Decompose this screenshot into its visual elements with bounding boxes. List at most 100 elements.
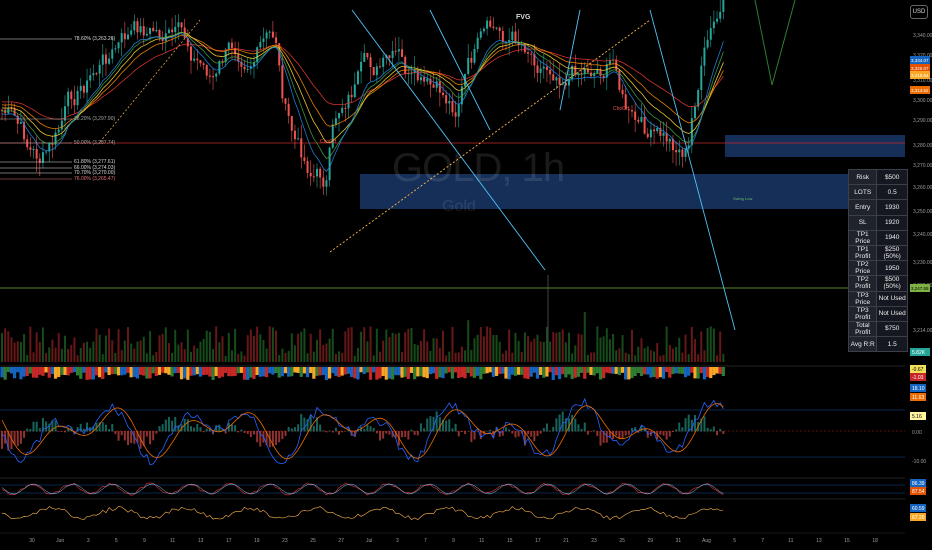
volume-bar xyxy=(413,343,416,362)
x-axis-tick: Jul xyxy=(366,538,372,544)
candle-body xyxy=(684,148,687,157)
signal-bar xyxy=(381,367,385,376)
volume-bar xyxy=(498,341,501,362)
volume-bar xyxy=(476,334,479,362)
trade-table-row: TP3 Price Not Used xyxy=(847,290,908,307)
trendline-down xyxy=(351,9,546,271)
macd-histogram-bar xyxy=(186,419,189,432)
macd-histogram-bar xyxy=(155,431,158,434)
signal-bar xyxy=(280,367,284,377)
volume-bar xyxy=(448,351,451,362)
signal-bar xyxy=(183,367,187,379)
macd-histogram-bar xyxy=(284,431,287,436)
macd-histogram-bar xyxy=(605,431,608,443)
signal-bar xyxy=(646,367,650,375)
candle-body xyxy=(149,27,152,34)
signal-bar xyxy=(532,367,536,373)
volume-bar xyxy=(690,326,693,362)
candle-body xyxy=(558,77,561,85)
signal-bar xyxy=(271,367,275,375)
signal-bar xyxy=(120,367,124,376)
macd-histogram-bar xyxy=(290,428,293,432)
candle-body xyxy=(130,30,133,35)
x-axis-tick: 21 xyxy=(563,538,569,544)
choch-label: ChoCH xyxy=(613,106,630,112)
volume-bar xyxy=(716,355,719,362)
candle-body xyxy=(593,73,596,77)
volume-bar xyxy=(186,329,189,362)
macd-histogram-bar xyxy=(322,430,325,432)
volume-bar xyxy=(73,337,76,362)
trade-table-label: TP1 Price xyxy=(847,229,878,246)
swing-low-label: Swing Low xyxy=(733,196,752,201)
macd-histogram-bar xyxy=(489,429,492,432)
x-axis-tick: 7 xyxy=(424,538,427,544)
volume-bar xyxy=(95,328,98,362)
trade-table-row: Risk $500 xyxy=(847,168,908,186)
candle-body xyxy=(271,31,274,38)
x-axis-tick: 25 xyxy=(619,538,625,544)
signal-bar xyxy=(652,367,656,378)
signal-bar xyxy=(161,367,165,373)
candle-body xyxy=(306,161,309,174)
signal-bar xyxy=(142,367,146,376)
volume-bar xyxy=(464,350,467,362)
volume-bar xyxy=(164,327,167,362)
macd-histogram-bar xyxy=(281,431,284,440)
signal-bar xyxy=(293,367,297,373)
macd-histogram-bar xyxy=(385,431,388,434)
volume-bar xyxy=(45,353,48,362)
volume-bar xyxy=(662,354,665,362)
volume-bar xyxy=(306,353,309,362)
volume-bar xyxy=(177,344,180,362)
macd-histogram-bar xyxy=(511,431,514,434)
macd-histogram-bar xyxy=(678,422,681,432)
osc-tag-text: -1.03 xyxy=(912,375,924,381)
volume-bar xyxy=(240,351,243,362)
signal-bar xyxy=(476,367,480,376)
chart-canvas[interactable]: 61.80% (3,277.61)66.00% (3,274.03)70.70%… xyxy=(0,0,932,550)
macd-histogram-bar xyxy=(171,420,174,432)
candle-body xyxy=(716,18,719,22)
candle-body xyxy=(268,31,271,33)
signal-bar xyxy=(309,367,313,374)
volume-bar xyxy=(482,336,485,362)
macd-histogram-bar xyxy=(237,431,240,433)
signal-bar xyxy=(265,367,269,378)
candle-body xyxy=(416,69,419,81)
macd-histogram-bar xyxy=(278,431,281,443)
currency-badge[interactable]: USD xyxy=(910,5,928,19)
macd-histogram-bar xyxy=(460,431,463,433)
trade-table-label: TP1 Profit xyxy=(847,244,878,262)
fib-label: 76.00% (3,265.47) xyxy=(74,176,115,182)
volume-bar xyxy=(517,341,520,362)
signal-bar xyxy=(145,367,149,379)
volume-bar xyxy=(656,343,659,362)
candle-body xyxy=(448,101,451,104)
macd-histogram-bar xyxy=(542,427,545,432)
signal-bar xyxy=(3,367,7,380)
signal-bar xyxy=(643,367,647,375)
signal-bar xyxy=(715,367,719,374)
candle-body xyxy=(479,31,482,38)
candle-body xyxy=(527,52,530,54)
trade-table-row: Entry 1930 xyxy=(847,199,908,216)
candle-body xyxy=(309,173,312,177)
signal-bar xyxy=(444,367,448,374)
trade-table-row: LOTS 0.5 xyxy=(847,184,908,201)
macd-histogram-bar xyxy=(1,431,3,449)
candle-body xyxy=(35,148,38,159)
x-axis-tick: Jun xyxy=(56,538,64,544)
signal-bar xyxy=(334,367,338,376)
volume-bar xyxy=(678,337,681,362)
volume-bar xyxy=(41,327,44,362)
candle-body xyxy=(700,65,703,91)
signal-bar xyxy=(113,367,117,375)
signal-bar xyxy=(504,367,508,379)
candle-body xyxy=(45,151,48,153)
candle-body xyxy=(432,84,435,88)
signal-bar xyxy=(227,367,231,377)
macd-histogram-bar xyxy=(300,413,303,432)
volume-bar xyxy=(227,332,230,362)
symbol-description-watermark: Gold xyxy=(442,198,476,215)
